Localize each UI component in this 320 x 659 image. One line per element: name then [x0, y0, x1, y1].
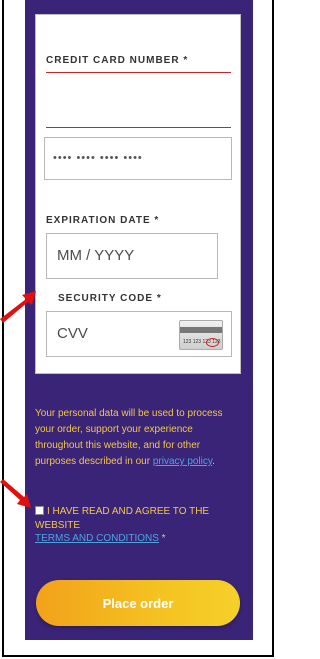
- cvv-placeholder: CVV: [57, 325, 88, 342]
- agree-text: I HAVE READ AND AGREE TO THE WEBSITE: [35, 506, 210, 531]
- cc-number-underline: [46, 72, 231, 73]
- privacy-notice: Your personal data will be used to proce…: [35, 406, 240, 470]
- cc-number-underline-2: [46, 127, 231, 128]
- terms-link[interactable]: TERMS AND CONDITIONS: [35, 533, 159, 544]
- agree-row: I HAVE READ AND AGREE TO THE WEBSITE: [35, 505, 245, 533]
- cc-number-label: CREDIT CARD NUMBER *: [46, 55, 189, 66]
- place-order-button[interactable]: Place order: [36, 580, 240, 626]
- privacy-notice-suffix: .: [212, 456, 215, 467]
- payment-card: CREDIT CARD NUMBER * •••• •••• •••• ••••…: [35, 14, 241, 374]
- security-code-label: SECURITY CODE *: [58, 293, 162, 304]
- terms-row: TERMS AND CONDITIONS *: [35, 533, 166, 544]
- agree-checkbox[interactable]: [35, 506, 44, 515]
- privacy-policy-link[interactable]: privacy policy: [153, 456, 212, 467]
- annotation-arrow-icon: [0, 291, 36, 323]
- cvv-highlight-ring: [206, 338, 219, 347]
- card-stripe: [180, 327, 222, 333]
- cc-number-input[interactable]: •••• •••• •••• ••••: [44, 137, 232, 180]
- cvv-input[interactable]: CVV 123 123 123 123: [46, 311, 232, 357]
- expiration-label: EXPIRATION DATE *: [46, 215, 160, 226]
- required-star: *: [158, 533, 166, 544]
- annotation-arrow-icon-2: [0, 479, 31, 508]
- card-back-icon: 123 123 123 123: [179, 320, 223, 350]
- expiration-input[interactable]: MM / YYYY: [46, 233, 218, 279]
